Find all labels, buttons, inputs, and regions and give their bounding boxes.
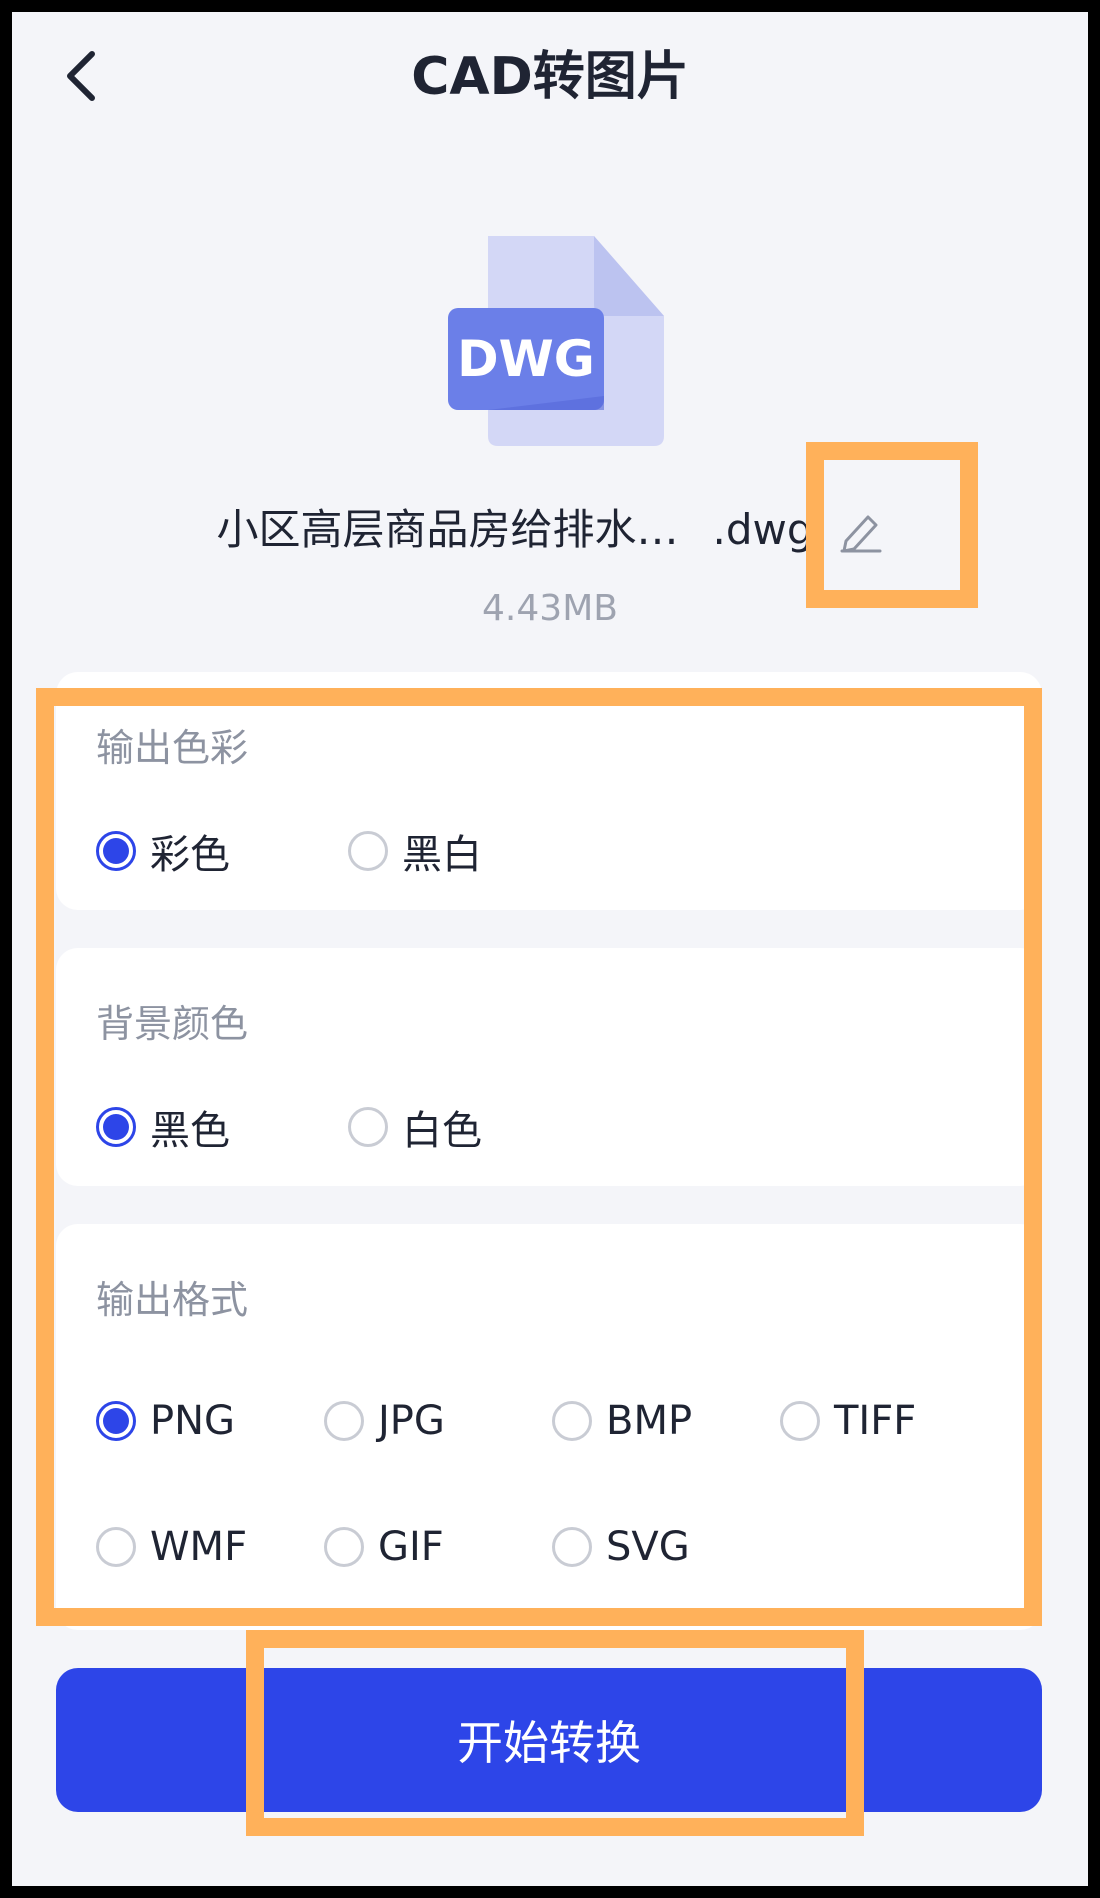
screen: CAD转图片 DWG 小区高层商品房给排水… .dwg 4.43MB 输出色彩 … [12,12,1088,1886]
option-bg-white[interactable]: 白色 [348,1098,482,1156]
radio-unchecked[interactable] [324,1527,364,1567]
radio-unchecked[interactable] [552,1401,592,1441]
background-color-card: 背景颜色 黑色 白色 [56,948,1042,1186]
option-format-bmp[interactable]: BMP [552,1398,692,1444]
option-label: TIFF [834,1398,917,1444]
output-format-label: 输出格式 [96,1278,249,1322]
edit-pencil-icon[interactable] [838,507,884,553]
file-name-row: 小区高层商品房给排水… .dwg [12,502,1088,558]
option-label: SVG [606,1524,690,1570]
option-color-bw[interactable]: 黑白 [348,822,482,880]
output-color-card: 输出色彩 彩色 黑白 [56,672,1042,910]
file-icon-label: DWG [457,330,595,388]
option-format-gif[interactable]: GIF [324,1524,444,1570]
output-format-card: 输出格式 PNG JPG BMP TIFF WMF GIF SVG [56,1224,1042,1630]
file-name: 小区高层商品房给排水… [216,505,679,554]
output-color-label: 输出色彩 [96,726,249,770]
option-label: 黑白 [402,832,482,878]
radio-unchecked[interactable] [348,831,388,871]
start-convert-button[interactable]: 开始转换 [56,1668,1042,1812]
radio-unchecked[interactable] [348,1107,388,1147]
page-title: CAD转图片 [411,47,689,107]
option-format-wmf[interactable]: WMF [96,1524,247,1570]
radio-unchecked[interactable] [780,1401,820,1441]
option-label: 黑色 [150,1108,230,1154]
radio-unchecked[interactable] [96,1527,136,1567]
radio-unchecked[interactable] [552,1527,592,1567]
option-label: 白色 [402,1108,482,1154]
option-bg-black[interactable]: 黑色 [96,1098,230,1156]
option-label: PNG [150,1398,236,1444]
file-size: 4.43MB [482,588,618,629]
option-label: JPG [378,1398,445,1444]
option-label: WMF [150,1524,248,1570]
radio-unchecked[interactable] [324,1401,364,1441]
dwg-file-icon: DWG [448,236,668,454]
radio-checked[interactable] [96,1107,136,1147]
option-format-svg[interactable]: SVG [552,1524,690,1570]
option-label: BMP [606,1398,693,1444]
option-format-png[interactable]: PNG [96,1398,235,1444]
option-color-color[interactable]: 彩色 [96,822,230,880]
option-label: GIF [378,1524,444,1570]
radio-checked[interactable] [96,1401,136,1441]
option-format-jpg[interactable]: JPG [324,1398,445,1444]
file-extension: .dwg [712,505,814,554]
radio-checked[interactable] [96,831,136,871]
option-format-tiff[interactable]: TIFF [780,1398,916,1444]
background-color-label: 背景颜色 [96,1002,249,1046]
option-label: 彩色 [150,832,230,878]
